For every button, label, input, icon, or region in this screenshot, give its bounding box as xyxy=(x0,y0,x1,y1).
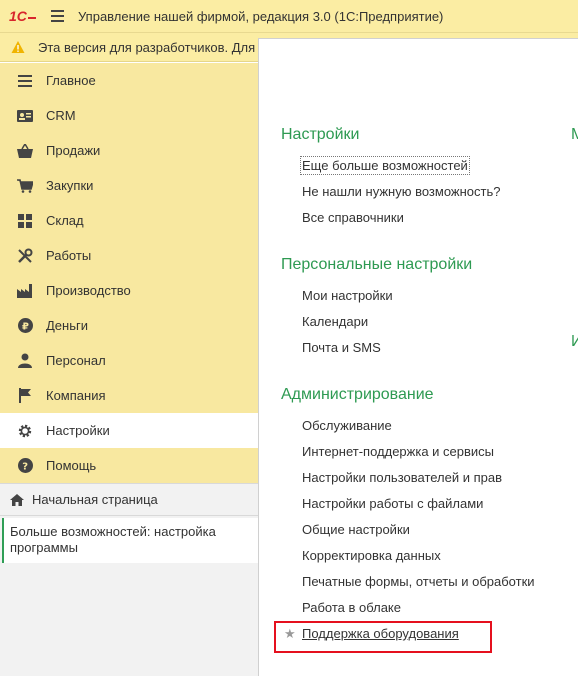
list-icon xyxy=(15,71,35,91)
open-window-tab[interactable]: Больше возможностей: настройка программы xyxy=(2,518,258,563)
settings-panel: Настройки Еще больше возможностей Не наш… xyxy=(258,38,578,676)
red-highlight-box xyxy=(274,621,492,653)
section-label: Главное xyxy=(46,73,96,88)
tools-icon xyxy=(15,246,35,266)
link-all-catalogs[interactable]: Все справочники xyxy=(302,210,404,225)
section-purchases[interactable]: Закупки xyxy=(0,168,258,203)
help-icon: ? xyxy=(15,456,35,476)
cart-icon xyxy=(15,176,35,196)
section-sales[interactable]: Продажи xyxy=(0,133,258,168)
link-users-rights[interactable]: Настройки пользователей и прав xyxy=(302,470,502,485)
section-label: Компания xyxy=(46,388,106,403)
right-column-title-partial: М xyxy=(571,126,578,143)
link-calendars[interactable]: Календари xyxy=(302,314,368,329)
1c-logo[interactable]: 1С xyxy=(0,0,44,33)
section-money[interactable]: ₽ Деньги xyxy=(0,308,258,343)
svg-text:1С: 1С xyxy=(9,9,28,23)
section-label: Деньги xyxy=(46,318,88,333)
flag-icon xyxy=(15,386,35,406)
warning-icon xyxy=(11,41,25,53)
gear-icon xyxy=(15,421,35,441)
link-file-settings[interactable]: Настройки работы с файлами xyxy=(302,496,483,511)
section-label: Закупки xyxy=(46,178,94,193)
section-works[interactable]: Работы xyxy=(0,238,258,273)
group-title-personal: Персональные настройки xyxy=(281,256,473,273)
link-more-features[interactable]: Еще больше возможностей xyxy=(300,156,470,175)
basket-icon xyxy=(15,141,35,161)
sections-sidebar: Главное CRM Продажи Закупки Склад Работы… xyxy=(0,63,258,676)
menu-icon[interactable] xyxy=(44,0,70,33)
section-personnel[interactable]: Персонал xyxy=(0,343,258,378)
link-maintenance[interactable]: Обслуживание xyxy=(302,418,392,433)
section-settings[interactable]: Настройки xyxy=(0,413,258,448)
section-company[interactable]: Компания xyxy=(0,378,258,413)
section-warehouse[interactable]: Склад xyxy=(0,203,258,238)
ruble-icon: ₽ xyxy=(15,316,35,336)
group-title-admin: Администрирование xyxy=(281,386,434,403)
section-label: Производство xyxy=(46,283,131,298)
warning-text: Эта версия для разработчиков. Для xyxy=(38,39,256,55)
svg-text:?: ? xyxy=(22,462,28,473)
link-print-forms[interactable]: Печатные формы, отчеты и обработки xyxy=(302,574,535,589)
title-bar: 1С Управление нашей фирмой, редакция 3.0… xyxy=(0,0,578,33)
right-column-title-partial: И xyxy=(571,333,578,350)
section-label: Настройки xyxy=(46,423,110,438)
section-label: Персонал xyxy=(46,353,106,368)
group-title-settings: Настройки xyxy=(281,126,360,143)
window-title: Управление нашей фирмой, редакция 3.0 (1… xyxy=(78,8,444,24)
link-cloud-work[interactable]: Работа в облаке xyxy=(302,600,401,615)
section-label: Помощь xyxy=(46,458,97,473)
home-page-link[interactable]: Начальная страница xyxy=(0,483,258,516)
link-not-found-feature[interactable]: Не нашли нужную возможность? xyxy=(302,184,500,199)
person-icon xyxy=(15,351,35,371)
link-my-settings[interactable]: Мои настройки xyxy=(302,288,393,303)
factory-icon xyxy=(15,281,35,301)
sections-panel: Главное CRM Продажи Закупки Склад Работы… xyxy=(0,63,258,483)
home-page-label: Начальная страница xyxy=(32,492,158,507)
section-label: CRM xyxy=(46,108,76,123)
link-internet-support[interactable]: Интернет-поддержка и сервисы xyxy=(302,444,494,459)
section-label: Склад xyxy=(46,213,84,228)
link-data-correction[interactable]: Корректировка данных xyxy=(302,548,441,563)
section-main[interactable]: Главное xyxy=(0,63,258,98)
contact-card-icon xyxy=(15,106,35,126)
svg-text:₽: ₽ xyxy=(22,322,29,333)
link-general-settings[interactable]: Общие настройки xyxy=(302,522,410,537)
section-label: Продажи xyxy=(46,143,101,158)
section-production[interactable]: Производство xyxy=(0,273,258,308)
warehouse-grid-icon xyxy=(15,211,35,231)
section-label: Работы xyxy=(46,248,92,263)
section-crm[interactable]: CRM xyxy=(0,98,258,133)
link-mail-sms[interactable]: Почта и SMS xyxy=(302,340,381,355)
section-help[interactable]: ? Помощь xyxy=(0,448,258,483)
home-icon xyxy=(10,493,24,506)
